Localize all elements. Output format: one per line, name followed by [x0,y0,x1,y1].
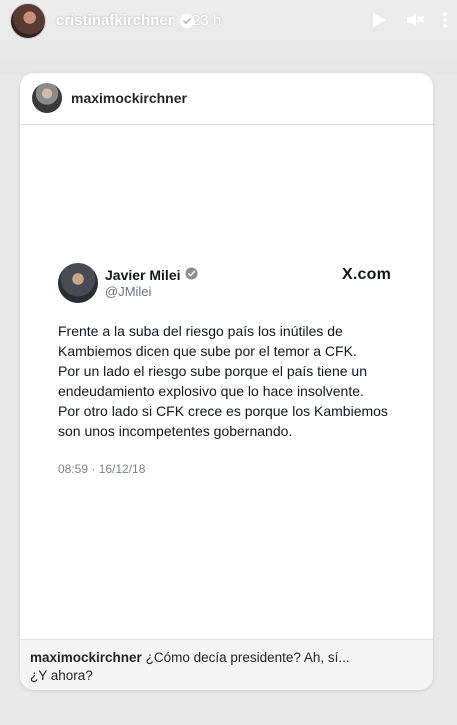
tweet-author-name: Javier Milei [105,267,181,283]
tweet-line: Por otro lado si CFK crece es porque los… [58,403,388,419]
story-timestamp: 23 h [192,12,222,29]
story-avatar[interactable] [10,3,46,39]
tweet-line: Kambiemos dicen que sube por el temor a … [58,343,357,359]
tweet-line: Por un lado el riesgo sube porque el paí… [58,363,367,379]
story-header: cristinafkirchner 23 h [0,0,457,75]
tweet-source-label: X.com [342,266,392,283]
tweet-author-name-row: Javier Milei [105,267,198,283]
caption-text-line1: ¿Cómo decía presidente? Ah, sí... [145,650,350,665]
tweet-line: endeudamiento explosivo que lo hace inso… [58,383,364,399]
shared-post-card[interactable]: maximockirchner Javier Milei @JMilei X.c… [20,73,433,690]
tweet-author-avatar [58,263,98,303]
tweet-line: Frente a la suba del riesgo país los inú… [58,323,343,339]
caption-username[interactable]: maximockirchner [30,650,142,665]
tweet-line: son unos incompetentes gobernando. [58,423,293,439]
story-username[interactable]: cristinafkirchner [56,12,174,29]
post-author-avatar[interactable] [32,83,62,113]
post-author-username[interactable]: maximockirchner [71,90,187,106]
tweet-body: Frente a la suba del riesgo país los inú… [58,321,403,441]
more-vertical-icon[interactable] [440,10,450,30]
tweet-author-handle: @JMilei [105,284,152,299]
post-caption: maximockirchner ¿Cómo decía presidente? … [20,639,433,690]
post-header: maximockirchner [20,73,433,125]
caption-text-line2: ¿Y ahora? [30,668,93,683]
verified-badge-icon [184,267,198,283]
speaker-muted-icon[interactable] [405,10,425,30]
tweet-timestamp: 08:59 · 16/12/18 [58,462,146,476]
story-username-row[interactable]: cristinafkirchner [56,12,194,29]
play-icon[interactable] [370,11,388,29]
